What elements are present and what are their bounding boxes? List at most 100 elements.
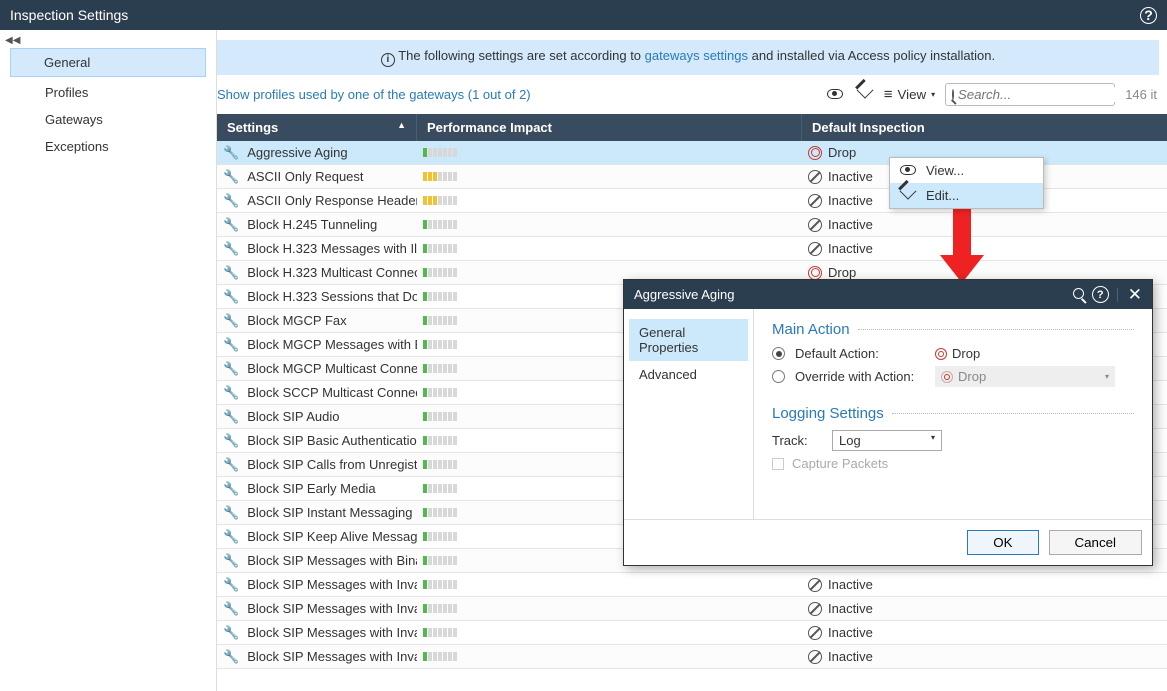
view-eye-icon[interactable] — [824, 86, 846, 103]
wrench-icon: 🔧 — [223, 409, 239, 425]
setting-name: Block MGCP Messages with Bi... — [247, 337, 417, 352]
table-header: Settings▲ Performance Impact Default Ins… — [217, 114, 1167, 141]
search-box[interactable] — [945, 83, 1115, 106]
override-select[interactable]: Drop ▾ — [935, 366, 1115, 387]
wrench-icon: 🔧 — [223, 169, 239, 185]
track-select[interactable]: Log▾ — [832, 430, 942, 451]
inactive-icon — [808, 170, 822, 184]
edit-pencil-icon[interactable] — [856, 86, 874, 103]
show-profiles-link[interactable]: Show profiles used by one of the gateway… — [217, 87, 814, 102]
search-icon — [952, 89, 954, 100]
wrench-icon: 🔧 — [223, 457, 239, 473]
banner-prefix: The following settings are set according… — [398, 48, 644, 63]
dialog-titlebar: Aggressive Aging ? ✕ — [624, 280, 1152, 309]
wrench-icon: 🔧 — [223, 241, 239, 257]
view-menu-button[interactable]: ≡ View ▾ — [884, 86, 935, 103]
col-performance[interactable]: Performance Impact — [417, 114, 802, 141]
table-row[interactable]: 🔧Block SIP Messages with Inval...Inactiv… — [217, 645, 1167, 669]
dialog-nav-advanced[interactable]: Advanced — [629, 361, 748, 388]
sidebar-item-profiles[interactable]: Profiles — [0, 79, 216, 106]
dialog-nav-general-properties[interactable]: General Properties — [629, 319, 748, 361]
setting-name: ASCII Only Request — [247, 169, 363, 184]
setting-name: Block SIP Basic Authentication — [247, 433, 417, 448]
inactive-icon — [808, 626, 822, 640]
cancel-button[interactable]: Cancel — [1049, 530, 1143, 555]
wrench-icon: 🔧 — [223, 553, 239, 569]
setting-name: Block H.323 Messages with Ill... — [247, 241, 417, 256]
collapse-icon[interactable]: ◀◀ — [0, 35, 216, 46]
dialog-footer: OK Cancel — [624, 519, 1152, 565]
perf-bar — [417, 652, 802, 661]
perf-bar — [417, 244, 802, 253]
gateways-settings-link[interactable]: gateways settings — [645, 48, 748, 63]
perf-bar — [417, 148, 802, 157]
drop-icon — [808, 266, 822, 280]
setting-name: Block SIP Messages with Bina... — [247, 553, 417, 568]
help-icon[interactable]: ? — [1140, 7, 1157, 24]
search-input[interactable] — [958, 87, 1137, 102]
setting-name: Aggressive Aging — [247, 145, 347, 160]
table-row[interactable]: 🔧Block SIP Messages with Inval...Inactiv… — [217, 621, 1167, 645]
dialog-title: Aggressive Aging — [634, 287, 1065, 302]
chevron-down-icon: ▾ — [1105, 372, 1109, 381]
wrench-icon: 🔧 — [223, 313, 239, 329]
setting-name: Block SIP Instant Messaging — [247, 505, 412, 520]
inspection-status: Drop — [802, 265, 1167, 280]
inspection-status: Inactive — [802, 649, 1167, 664]
table-row[interactable]: 🔧 Block H.323 Messages with Ill... Inactiv… — [217, 237, 1167, 261]
setting-name: Block SIP Calls from Unregiste... — [247, 457, 417, 472]
table-row[interactable]: 🔧Block SIP Messages with Inval...Inactiv… — [217, 573, 1167, 597]
wrench-icon: 🔧 — [223, 505, 239, 521]
setting-name: Block SIP Messages with Inval... — [247, 625, 417, 640]
setting-name: Block MGCP Multicast Connec... — [247, 361, 417, 376]
perf-bar — [417, 628, 802, 637]
perf-bar — [417, 220, 802, 229]
inspection-status: Inactive — [802, 241, 1167, 256]
wrench-icon: 🔧 — [223, 361, 239, 377]
dialog-close-icon[interactable]: ✕ — [1117, 288, 1142, 302]
wrench-icon: 🔧 — [223, 625, 239, 641]
wrench-icon: 🔧 — [223, 601, 239, 617]
wrench-icon: 🔧 — [223, 481, 239, 497]
wrench-icon: 🔧 — [223, 337, 239, 353]
dialog-help-icon[interactable]: ? — [1092, 286, 1109, 303]
wrench-icon: 🔧 — [223, 193, 239, 209]
inactive-icon — [808, 650, 822, 664]
wrench-icon: 🔧 — [223, 649, 239, 665]
col-settings[interactable]: Settings▲ — [217, 114, 417, 141]
sidebar-item-general[interactable]: General — [10, 48, 206, 77]
wrench-icon: 🔧 — [223, 577, 239, 593]
col-inspection[interactable]: Default Inspection — [802, 114, 1167, 141]
annotation-arrow — [940, 200, 984, 283]
setting-name: Block SIP Messages with Inval... — [247, 601, 417, 616]
radio-default[interactable] — [772, 347, 785, 360]
perf-bar — [417, 268, 802, 277]
sidebar-item-exceptions[interactable]: Exceptions — [0, 133, 216, 160]
default-action-label: Default Action: — [795, 346, 925, 361]
table-row[interactable]: 🔧Block SIP Messages with Inval...Inactiv… — [217, 597, 1167, 621]
window-title: Inspection Settings — [10, 7, 128, 23]
drop-icon — [941, 371, 953, 383]
radio-override[interactable] — [772, 370, 785, 383]
ctx-view[interactable]: View... — [890, 158, 1043, 183]
drop-icon — [808, 146, 822, 160]
eye-icon — [900, 163, 916, 178]
perf-bar — [417, 580, 802, 589]
info-banner: i The following settings are set accordi… — [217, 40, 1159, 75]
default-action-value: Drop — [935, 346, 980, 361]
sidebar-item-gateways[interactable]: Gateways — [0, 106, 216, 133]
setting-name: Block SIP Keep Alive Messages — [247, 529, 417, 544]
ok-button[interactable]: OK — [967, 530, 1038, 555]
inspection-status: Inactive — [802, 217, 1167, 232]
table-row[interactable]: 🔧 Block H.245 Tunneling Inactive — [217, 213, 1167, 237]
dialog-search-icon[interactable] — [1073, 287, 1084, 302]
dialog-pane: Main Action Default Action: Drop Overrid… — [754, 309, 1152, 519]
setting-name: Block H.245 Tunneling — [247, 217, 377, 232]
context-menu: View... Edit... — [889, 157, 1044, 209]
capture-packets-checkbox[interactable] — [772, 458, 784, 470]
wrench-icon: 🔧 — [223, 217, 239, 233]
ctx-edit[interactable]: Edit... — [890, 183, 1043, 208]
pencil-icon — [900, 188, 916, 203]
setting-name: Block H.323 Multicast Connec... — [247, 265, 417, 280]
track-label: Track: — [772, 433, 822, 448]
